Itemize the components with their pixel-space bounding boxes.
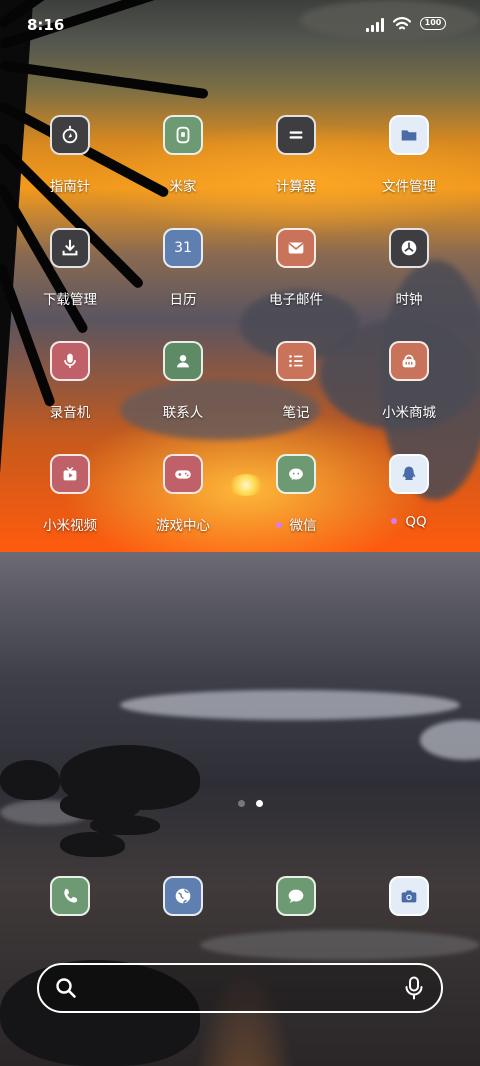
app-label: 笔记 bbox=[282, 405, 310, 421]
app-label: 文件管理 bbox=[382, 179, 436, 195]
app-label: 米家 bbox=[169, 179, 197, 195]
app-email[interactable]: 电子邮件 bbox=[241, 228, 351, 328]
app-downloads[interactable]: 下载管理 bbox=[15, 228, 125, 328]
app-label: 游戏中心 bbox=[156, 518, 210, 534]
calculator-icon bbox=[276, 115, 316, 155]
app-file-manager[interactable]: 文件管理 bbox=[354, 115, 464, 215]
phone-icon bbox=[50, 876, 90, 916]
browser-icon bbox=[163, 876, 203, 916]
app-calendar[interactable]: 31 日历 bbox=[128, 228, 238, 328]
status-bar: 8:16 100 bbox=[0, 0, 480, 48]
page-dot bbox=[238, 800, 245, 807]
new-indicator-dot bbox=[391, 518, 398, 524]
app-label: 指南针 bbox=[49, 179, 91, 195]
app-wechat[interactable]: 微信 bbox=[241, 454, 351, 554]
app-label: 小米商城 bbox=[382, 405, 436, 421]
app-label: 微信 bbox=[241, 514, 351, 534]
app-label: 计算器 bbox=[275, 179, 317, 195]
app-label: 日历 bbox=[169, 292, 197, 308]
app-label: 时钟 bbox=[395, 292, 423, 308]
app-label: 电子邮件 bbox=[269, 292, 323, 308]
app-mi-store[interactable]: 小米商城 bbox=[354, 341, 464, 441]
app-label: 录音机 bbox=[49, 405, 91, 421]
app-notes[interactable]: 笔记 bbox=[241, 341, 351, 441]
notes-icon bbox=[276, 341, 316, 381]
app-compass[interactable]: 指南针 bbox=[15, 115, 125, 215]
search-icon[interactable] bbox=[55, 977, 77, 999]
cellular-signal-icon bbox=[366, 18, 386, 32]
app-mijia[interactable]: 米家 bbox=[128, 115, 238, 215]
shopping-basket-icon bbox=[389, 341, 429, 381]
dock-phone[interactable] bbox=[50, 876, 90, 916]
app-label: QQ bbox=[354, 514, 464, 530]
battery-icon: 100 bbox=[420, 17, 446, 30]
dock-camera[interactable] bbox=[389, 876, 429, 916]
microphone-icon bbox=[50, 341, 90, 381]
app-game-center[interactable]: 游戏中心 bbox=[128, 454, 238, 554]
app-label: 下载管理 bbox=[43, 292, 97, 308]
page-indicator[interactable] bbox=[232, 798, 272, 808]
page-dot-active bbox=[256, 800, 263, 807]
wifi-icon bbox=[393, 17, 411, 30]
app-mi-video[interactable]: 小米视频 bbox=[15, 454, 125, 554]
dock-browser[interactable] bbox=[163, 876, 203, 916]
app-recorder[interactable]: 录音机 bbox=[15, 341, 125, 441]
folder-icon bbox=[389, 115, 429, 155]
download-icon bbox=[50, 228, 90, 268]
mail-icon bbox=[276, 228, 316, 268]
gamepad-icon bbox=[163, 454, 203, 494]
camera-icon bbox=[389, 876, 429, 916]
app-label: 小米视频 bbox=[43, 518, 97, 534]
messages-icon bbox=[276, 876, 316, 916]
mijia-icon bbox=[163, 115, 203, 155]
dock-messages[interactable] bbox=[276, 876, 316, 916]
clock-time: 8:16 bbox=[27, 16, 65, 34]
app-calculator[interactable]: 计算器 bbox=[241, 115, 351, 215]
calendar-date: 31 bbox=[174, 240, 192, 256]
app-label: 联系人 bbox=[162, 405, 204, 421]
compass-icon bbox=[50, 115, 90, 155]
video-icon bbox=[50, 454, 90, 494]
contact-icon bbox=[163, 341, 203, 381]
app-qq[interactable]: QQ bbox=[354, 454, 464, 554]
new-indicator-dot bbox=[275, 522, 282, 528]
app-clock[interactable]: 时钟 bbox=[354, 228, 464, 328]
wechat-icon bbox=[276, 454, 316, 494]
clock-icon bbox=[389, 228, 429, 268]
app-contacts[interactable]: 联系人 bbox=[128, 341, 238, 441]
qq-icon bbox=[389, 454, 429, 494]
search-bar[interactable] bbox=[37, 963, 443, 1013]
microphone-icon[interactable] bbox=[403, 976, 425, 1000]
calendar-icon: 31 bbox=[163, 228, 203, 268]
